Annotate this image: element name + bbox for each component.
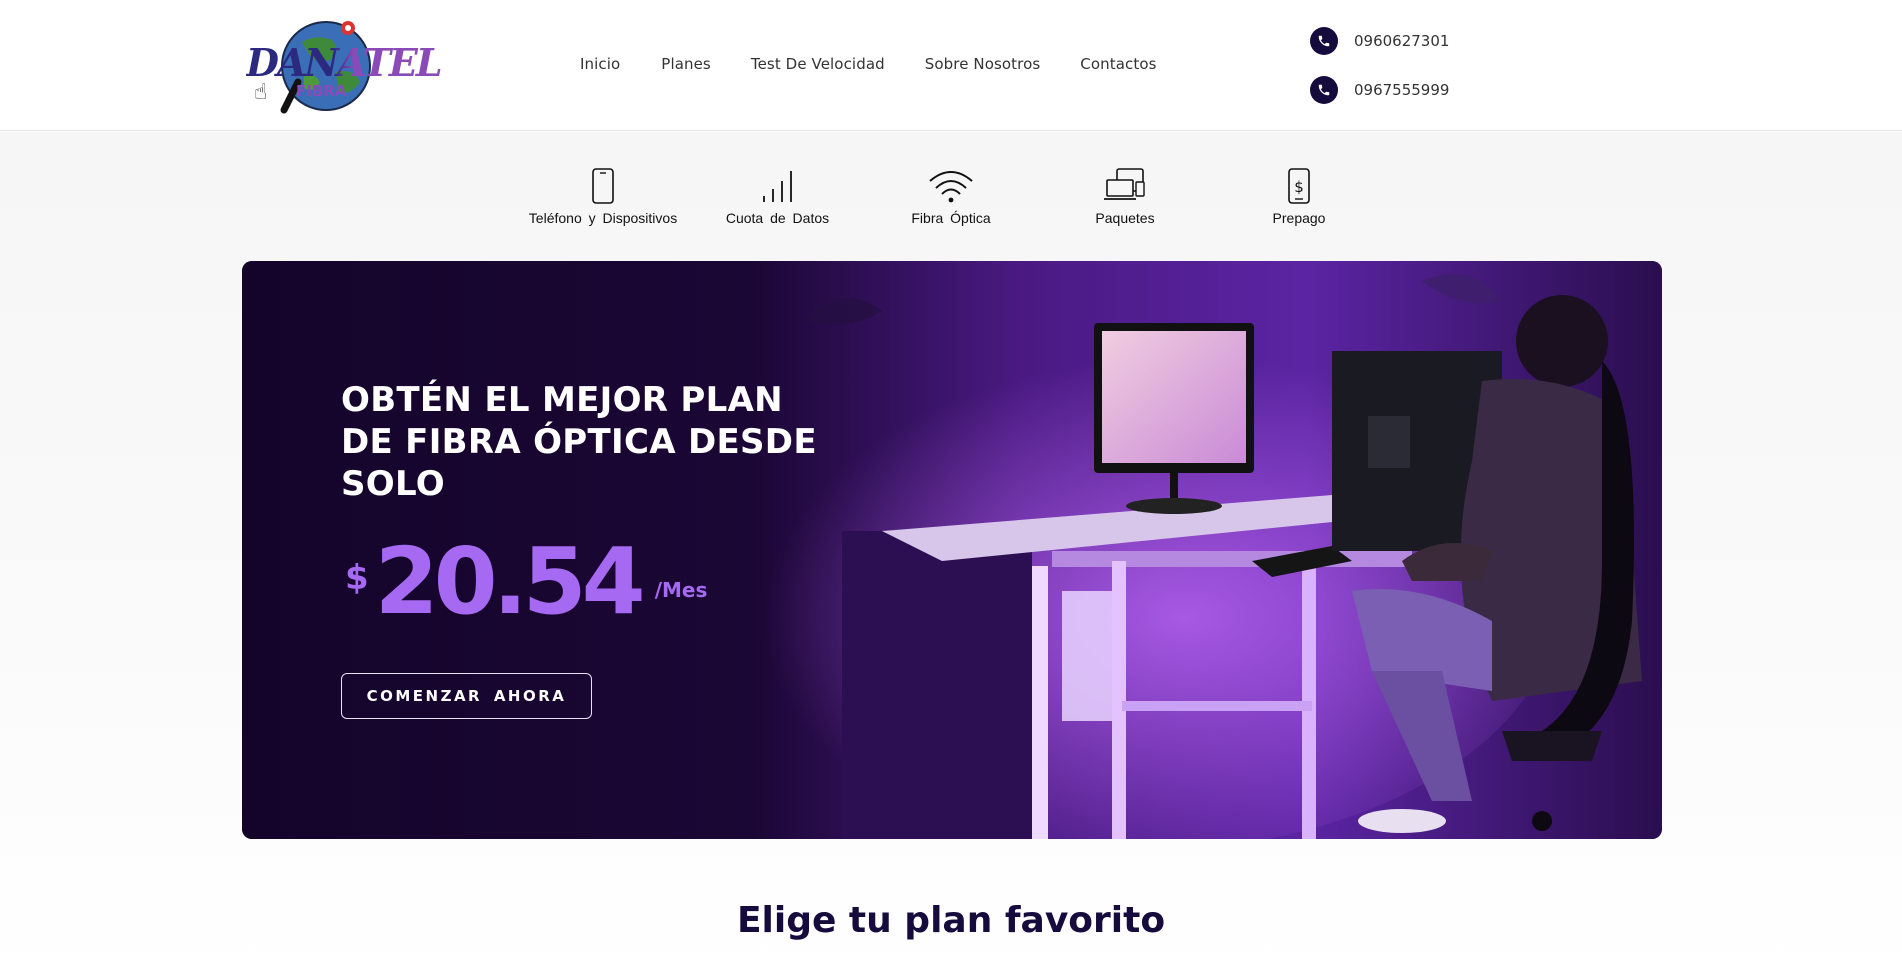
- smartphone-icon: [592, 168, 614, 204]
- nav-item-contactos[interactable]: Contactos: [1080, 55, 1156, 73]
- hero-banner: OBTÉN EL MEJOR PLAN DE FIBRA ÓPTICA DESD…: [242, 261, 1662, 839]
- signal-bars-icon: [762, 171, 792, 202]
- main-nav: Inicio Planes Test De Velocidad Sobre No…: [580, 55, 1197, 73]
- site-header: DANATEL FIBRA ☝ Inicio Planes Test De Ve…: [0, 0, 1902, 131]
- logo-subtext: FIBRA: [296, 82, 347, 100]
- category-paquetes[interactable]: Paquetes: [1090, 168, 1160, 226]
- svg-text:$: $: [1294, 178, 1304, 196]
- logo-wordmark-d: DANATEL: [246, 40, 443, 85]
- phone-number[interactable]: 0967555999: [1354, 81, 1449, 99]
- prepaid-phone-icon: $: [1288, 168, 1310, 204]
- category-bar: Teléfono y Dispositivos Cuota de Datos F…: [0, 168, 1902, 238]
- price-display: $ 20.54 /Mes: [345, 536, 707, 628]
- plans-section-title: Elige tu plan favorito: [736, 900, 1166, 941]
- hero-title: OBTÉN EL MEJOR PLAN DE FIBRA ÓPTICA DESD…: [341, 380, 817, 504]
- devices-icon: [1104, 168, 1145, 200]
- category-label: Prepago: [1272, 210, 1326, 226]
- contact-phones: 0960627301 0967555999: [1310, 26, 1449, 124]
- category-cuota-datos[interactable]: Cuota de Datos: [725, 168, 830, 226]
- brand-logo[interactable]: DANATEL FIBRA ☝: [244, 12, 443, 118]
- phone-number[interactable]: 0960627301: [1354, 32, 1449, 50]
- price-period: /Mes: [654, 578, 708, 602]
- category-label: Fibra Óptica: [911, 210, 991, 226]
- category-fibra-optica[interactable]: Fibra Óptica: [907, 168, 995, 226]
- category-prepago[interactable]: $ Prepago: [1270, 168, 1328, 226]
- phone-row[interactable]: 0960627301: [1310, 26, 1449, 56]
- phone-icon: [1310, 76, 1338, 104]
- nav-item-sobre-nosotros[interactable]: Sobre Nosotros: [925, 55, 1041, 73]
- comenzar-ahora-button[interactable]: COMENZAR AHORA: [341, 673, 592, 719]
- category-label: Teléfono y Dispositivos: [528, 210, 678, 226]
- nav-item-test-de-velocidad[interactable]: Test De Velocidad: [751, 55, 885, 73]
- category-label: Cuota de Datos: [725, 210, 830, 226]
- phone-row[interactable]: 0967555999: [1310, 75, 1449, 105]
- price-amount: 20.54: [374, 528, 646, 635]
- nav-item-planes[interactable]: Planes: [661, 55, 711, 73]
- phone-icon: [1310, 27, 1338, 55]
- wifi-icon: [929, 171, 973, 203]
- hand-cursor-icon: ☝: [254, 80, 268, 105]
- category-label: Paquetes: [1095, 210, 1155, 226]
- price-currency: $: [345, 558, 369, 598]
- category-telefono-dispositivos[interactable]: Teléfono y Dispositivos: [529, 168, 677, 226]
- nav-item-inicio[interactable]: Inicio: [580, 55, 620, 73]
